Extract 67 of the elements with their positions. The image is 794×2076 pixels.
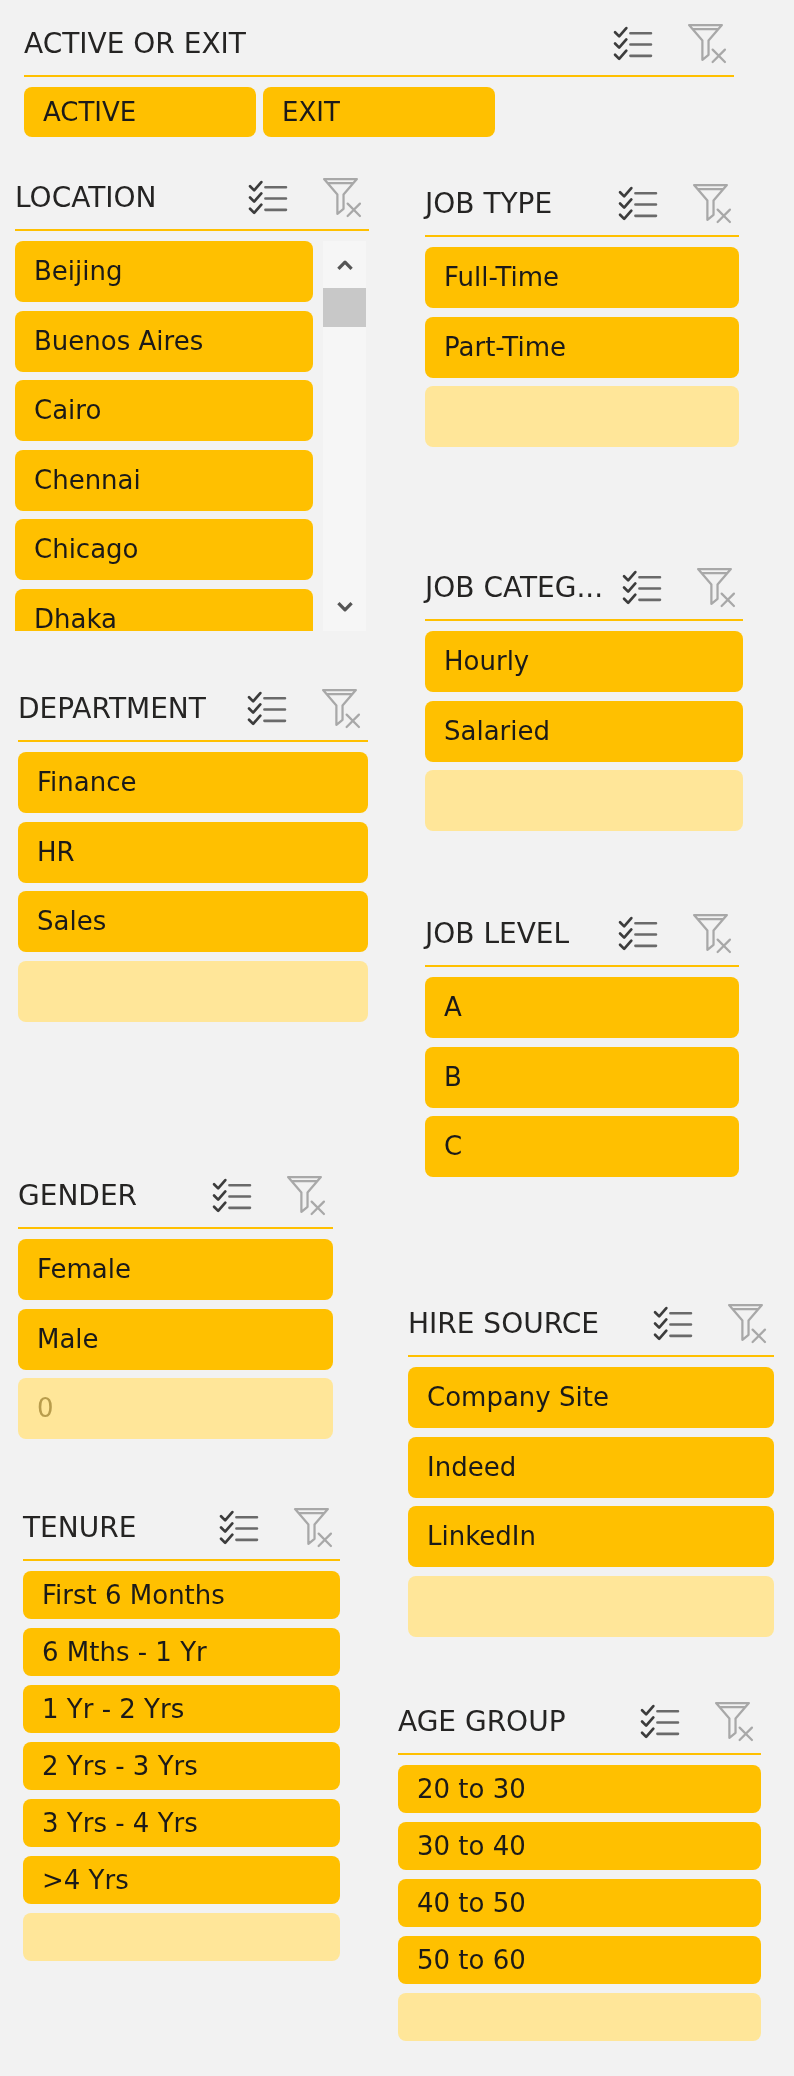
slicer-tile[interactable]: Company Site <box>408 1367 774 1428</box>
slicer-title: LOCATION <box>15 180 157 214</box>
slicer-tile[interactable]: 50 to 60 <box>398 1936 761 1984</box>
slicer-tile[interactable]: First 6 Months <box>23 1571 340 1619</box>
checklist-icon[interactable] <box>653 1305 693 1341</box>
slicer-tile[interactable]: Cairo <box>15 380 313 441</box>
slicer-tile[interactable]: B <box>425 1046 739 1108</box>
slicer-title: JOB CATEG... <box>425 570 604 604</box>
slicer-tile[interactable]: 6 Mths - 1 Yr <box>23 1628 340 1676</box>
chevron-up-icon[interactable] <box>335 260 354 271</box>
scrollbar-thumb[interactable] <box>323 288 366 327</box>
slicer-tile[interactable]: Hourly <box>425 631 743 692</box>
checklist-icon[interactable] <box>248 179 288 215</box>
slicer-title: ACTIVE OR EXIT <box>24 26 246 60</box>
checklist-icon[interactable] <box>219 1509 259 1545</box>
chevron-down-icon[interactable] <box>335 601 354 612</box>
slicer-title: JOB LEVEL <box>425 916 570 950</box>
slicer-tile[interactable]: 2 Yrs - 3 Yrs <box>23 1742 340 1790</box>
slicer-tile[interactable]: 30 to 40 <box>398 1822 761 1870</box>
slicer-tile[interactable]: Part-Time <box>425 316 739 378</box>
slicer-tile[interactable]: A <box>425 977 739 1038</box>
clear-filter-icon[interactable] <box>321 687 361 729</box>
clear-filter-icon[interactable] <box>692 912 732 954</box>
slicer-tile[interactable]: Buenos Aires <box>15 310 313 372</box>
slicer-tile[interactable]: 40 to 50 <box>398 1879 761 1927</box>
slicer-tile[interactable]: Female <box>18 1239 333 1300</box>
slicer-tile[interactable]: 1 Yr - 2 Yrs <box>23 1685 340 1733</box>
slicer-tile[interactable]: 3 Yrs - 4 Yrs <box>23 1799 340 1847</box>
slicer-tile[interactable]: C <box>425 1116 739 1177</box>
clear-filter-icon[interactable] <box>286 1174 326 1216</box>
clear-filter-icon[interactable] <box>687 22 727 64</box>
slicer-tile[interactable]: EXIT <box>263 87 495 137</box>
checklist-icon[interactable] <box>613 25 653 61</box>
scrollbar[interactable] <box>323 241 366 631</box>
slicer-tile[interactable]: Chennai <box>15 449 313 511</box>
slicer-tile[interactable]: ACTIVE <box>24 87 256 137</box>
slicer-title: DEPARTMENT <box>18 691 206 725</box>
slicer-tile[interactable]: HR <box>18 821 368 883</box>
slicer-title: GENDER <box>18 1178 138 1212</box>
clear-filter-icon[interactable] <box>727 1302 767 1344</box>
slicer-tile[interactable]: Dhaka <box>15 588 313 631</box>
slicer-tile[interactable]: 20 to 30 <box>398 1765 761 1813</box>
slicer-tile[interactable]: Beijing <box>15 241 313 302</box>
slicer-tile[interactable]: >4 Yrs <box>23 1856 340 1904</box>
checklist-icon[interactable] <box>622 569 662 605</box>
clear-filter-icon[interactable] <box>692 182 732 224</box>
checklist-icon[interactable] <box>212 1177 252 1213</box>
slicer-title: TENURE <box>23 1510 137 1544</box>
slicer-title: AGE GROUP <box>398 1704 566 1738</box>
clear-filter-icon[interactable] <box>293 1506 333 1548</box>
slicer-tile[interactable]: Chicago <box>15 519 313 580</box>
slicer-title: HIRE SOURCE <box>408 1306 599 1340</box>
slicer-tile[interactable]: Salaried <box>425 700 743 762</box>
checklist-icon[interactable] <box>618 185 658 221</box>
checklist-icon[interactable] <box>640 1703 680 1739</box>
clear-filter-icon[interactable] <box>714 1700 754 1742</box>
slicer-tile[interactable]: Sales <box>18 891 368 952</box>
slicer-tile[interactable]: Finance <box>18 752 368 813</box>
checklist-icon[interactable] <box>247 690 287 726</box>
slicer-title: JOB TYPE <box>425 186 553 220</box>
clear-filter-icon[interactable] <box>322 176 362 218</box>
slicer-tile[interactable]: Male <box>18 1308 333 1370</box>
slicer-tile[interactable]: Indeed <box>408 1436 774 1498</box>
slicer-tile[interactable]: Full-Time <box>425 247 739 308</box>
checklist-icon[interactable] <box>618 915 658 951</box>
clear-filter-icon[interactable] <box>696 566 736 608</box>
slicer-tile[interactable]: LinkedIn <box>408 1506 774 1567</box>
